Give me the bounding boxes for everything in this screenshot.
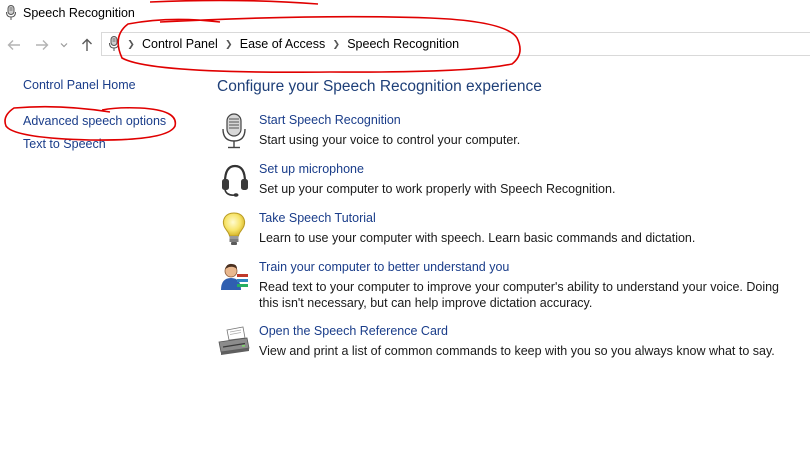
task-description: Learn to use your computer with speech. … — [259, 231, 696, 245]
task-description: Set up your computer to work properly wi… — [259, 182, 616, 196]
set-up-microphone-link[interactable]: Set up microphone — [259, 162, 364, 176]
title-bar: Speech Recognition — [0, 0, 810, 28]
breadcrumb-item-speech-recognition[interactable]: Speech Recognition — [343, 37, 463, 51]
main-content: Configure your Speech Recognition experi… — [217, 78, 807, 358]
back-arrow-icon[interactable] — [5, 36, 23, 54]
breadcrumb-chevron-icon[interactable]: ❯ — [222, 39, 236, 50]
breadcrumb-chevron-icon[interactable]: ❯ — [124, 39, 138, 50]
breadcrumb-item-control-panel[interactable]: Control Panel — [138, 37, 222, 51]
breadcrumb: ❯ Control Panel ❯ Ease of Access ❯ Speec… — [124, 33, 463, 55]
task-description: Start using your voice to control your c… — [259, 133, 521, 147]
sidebar-item-text-to-speech[interactable]: Text to Speech — [23, 135, 203, 153]
microphone-icon — [217, 113, 251, 149]
microphone-location-icon — [107, 36, 121, 52]
train-computer-link[interactable]: Train your computer to better understand… — [259, 260, 509, 274]
printer-icon — [217, 324, 251, 360]
navigation-bar: ❯ Control Panel ❯ Ease of Access ❯ Speec… — [0, 32, 810, 58]
breadcrumb-item-ease-of-access[interactable]: Ease of Access — [236, 37, 329, 51]
microphone-app-icon — [4, 5, 18, 21]
window-title: Speech Recognition — [23, 6, 135, 20]
forward-arrow-icon[interactable] — [33, 36, 51, 54]
recent-locations-chevron-icon[interactable] — [58, 36, 70, 54]
open-speech-reference-card-link[interactable]: Open the Speech Reference Card — [259, 324, 448, 338]
page-title: Configure your Speech Recognition experi… — [217, 78, 542, 95]
task-description: Read text to your computer to improve yo… — [259, 280, 780, 310]
person-training-icon — [217, 260, 251, 296]
headset-icon — [217, 162, 251, 198]
breadcrumb-chevron-icon[interactable]: ❯ — [329, 39, 343, 50]
left-navigation-pane: Control Panel Home Advanced speech optio… — [23, 76, 203, 153]
up-arrow-icon[interactable] — [78, 36, 96, 54]
task-description: View and print a list of common commands… — [259, 344, 775, 358]
take-speech-tutorial-link[interactable]: Take Speech Tutorial — [259, 211, 376, 225]
sidebar-item-control-panel-home[interactable]: Control Panel Home — [23, 76, 203, 94]
sidebar-item-advanced-speech-options[interactable]: Advanced speech options — [23, 112, 203, 130]
lightbulb-icon — [217, 211, 251, 247]
start-speech-recognition-link[interactable]: Start Speech Recognition — [259, 113, 401, 127]
address-bar[interactable]: ❯ Control Panel ❯ Ease of Access ❯ Speec… — [101, 32, 810, 56]
